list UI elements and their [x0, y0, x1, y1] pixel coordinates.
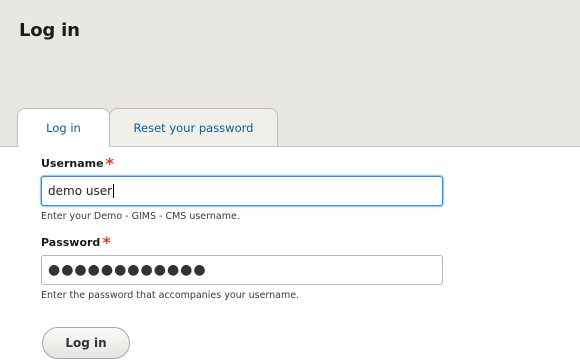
password-label: Password * [41, 232, 461, 252]
username-field[interactable]: demo user [41, 176, 443, 206]
login-form: Username * demo user Enter your Demo - G… [41, 153, 461, 304]
tab-log-in[interactable]: Log in [17, 108, 110, 147]
required-marker: * [105, 154, 114, 173]
tab-bar: Log in Reset your password [17, 108, 278, 147]
username-value: demo user [48, 184, 113, 198]
log-in-button[interactable]: Log in [42, 327, 130, 359]
username-label: Username * [41, 153, 461, 173]
password-label-text: Password [41, 235, 101, 249]
password-description: Enter the password that accompanies your… [41, 290, 300, 301]
page-title: Log in [19, 20, 80, 41]
password-field[interactable]: ●●●●●●●●●●●● [41, 255, 443, 285]
page-header: Log in Log in Reset your password [0, 0, 580, 147]
tab-reset-password[interactable]: Reset your password [109, 108, 278, 146]
required-marker: * [102, 233, 111, 252]
username-description: Enter your Demo - GIMS - CMS username. [41, 211, 240, 222]
text-caret [113, 184, 115, 198]
password-value: ●●●●●●●●●●●● [48, 262, 207, 278]
username-label-text: Username [41, 156, 104, 170]
